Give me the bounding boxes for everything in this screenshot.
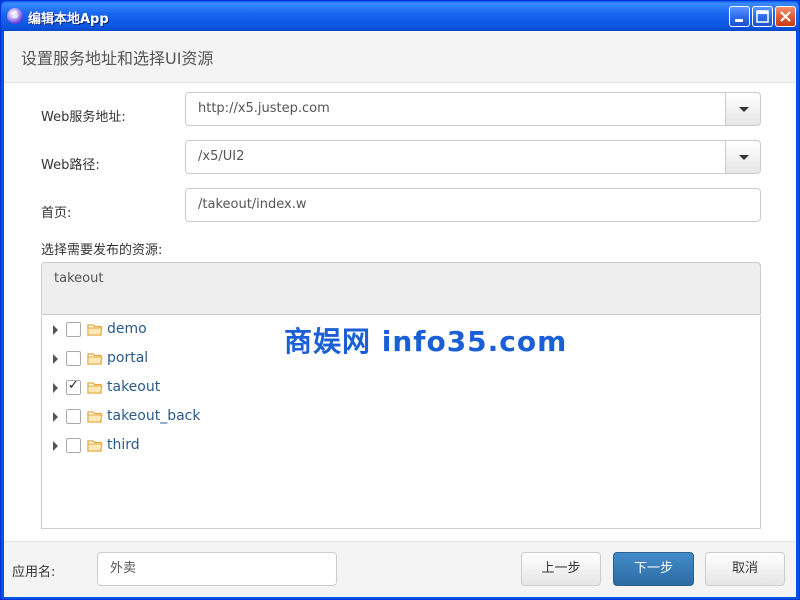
dialog-header: 设置服务地址和选择UI资源 (4, 31, 796, 83)
dialog-footer: 应用名: 外卖 上一步 下一步 取消 (4, 541, 796, 597)
node-checkbox[interactable] (66, 351, 81, 366)
app-window: S 编辑本地App 设置服务地址和选择UI资源 Web服务地址: http://… (0, 0, 800, 600)
tree-node-label: portal (107, 350, 149, 366)
folder-icon (87, 411, 103, 423)
app-logo-icon: S (7, 8, 23, 24)
next-step-button[interactable]: 下一步 (613, 552, 694, 586)
web-path-input[interactable]: /x5/UI2 (185, 140, 726, 174)
app-name-label: 应用名: (12, 565, 56, 580)
node-checkbox[interactable] (66, 438, 81, 453)
expand-arrow-icon[interactable] (53, 325, 58, 335)
caret-down-icon (739, 155, 749, 160)
node-checkbox[interactable] (66, 322, 81, 337)
web-service-input[interactable]: http://x5.justep.com (185, 92, 726, 126)
minimize-icon (735, 19, 743, 22)
tree-node-label: takeout (107, 379, 161, 395)
cancel-button[interactable]: 取消 (705, 552, 785, 586)
home-input[interactable]: /takeout/index.w (185, 188, 761, 222)
close-button[interactable] (775, 6, 796, 27)
checkmark-icon: ✓ (68, 378, 79, 393)
dialog-client-area: 设置服务地址和选择UI资源 Web服务地址: http://x5.justep.… (4, 31, 796, 597)
watermark-text: 商娱网 info35.com (284, 325, 568, 358)
folder-icon (87, 353, 103, 365)
web-path-dropdown-button[interactable] (726, 140, 761, 174)
node-checkbox[interactable]: ✓ (66, 378, 81, 395)
home-label: 首页: (41, 206, 72, 221)
web-path-label: Web路径: (41, 158, 100, 173)
web-service-label: Web服务地址: (41, 110, 126, 125)
folder-icon (87, 382, 103, 394)
selected-resource-text: takeout (54, 271, 104, 286)
maximize-icon (756, 10, 769, 23)
expand-arrow-icon[interactable] (53, 383, 58, 393)
expand-arrow-icon[interactable] (53, 354, 58, 364)
tree-node[interactable]: ✓ takeout (42, 375, 760, 401)
maximize-button[interactable] (752, 6, 773, 27)
web-service-dropdown-button[interactable] (726, 92, 761, 126)
title-bar[interactable]: S 编辑本地App (1, 1, 799, 31)
tree-node[interactable]: third (42, 433, 760, 459)
caret-down-icon (739, 107, 749, 112)
previous-step-button[interactable]: 上一步 (521, 552, 601, 586)
expand-arrow-icon[interactable] (53, 441, 58, 451)
page-title: 设置服务地址和选择UI资源 (21, 49, 214, 68)
tree-node-label: third (107, 437, 140, 453)
expand-arrow-icon[interactable] (53, 412, 58, 422)
folder-icon (87, 324, 103, 336)
node-checkbox[interactable] (66, 409, 81, 424)
tree-node-label: demo (107, 321, 147, 337)
close-icon (780, 11, 791, 22)
resources-label: 选择需要发布的资源: (41, 243, 163, 258)
tree-node-label: takeout_back (107, 408, 201, 424)
folder-icon (87, 440, 103, 452)
app-name-input[interactable]: 外卖 (97, 552, 337, 586)
selected-resource-box[interactable]: takeout (41, 262, 761, 315)
tree-node[interactable]: takeout_back (42, 404, 760, 430)
window-title: 编辑本地App (28, 12, 109, 27)
minimize-button[interactable] (729, 6, 750, 27)
